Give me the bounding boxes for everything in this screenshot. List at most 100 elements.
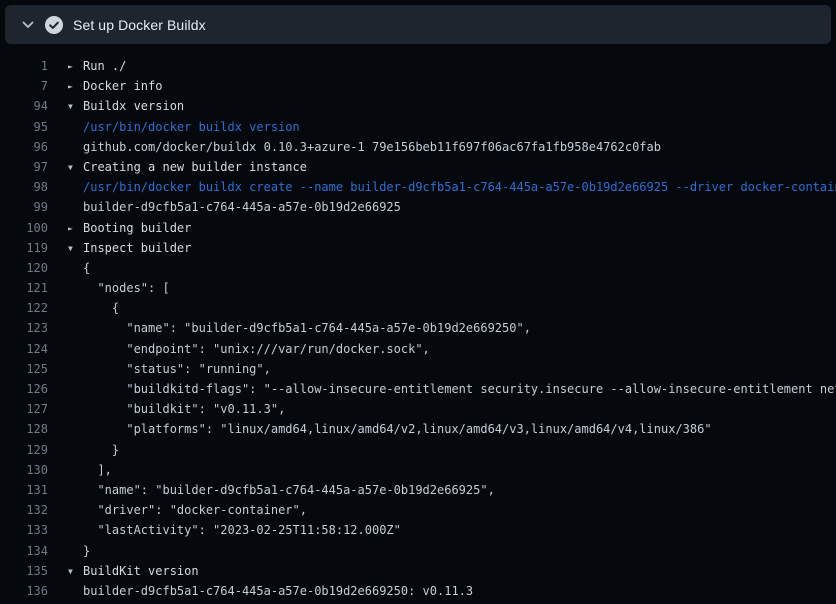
log-line-text: ▼Inspect builder [68,238,191,258]
log-row: 98 /usr/bin/docker buildx create --name … [0,177,836,197]
triangle-down-icon[interactable]: ▼ [68,562,83,581]
log-row[interactable]: 1 ►Run ./ [0,56,836,76]
log-row: 95 /usr/bin/docker buildx version [0,117,836,137]
log-row: 130 ], [0,460,836,480]
line-number[interactable]: 131 [0,480,48,500]
log-row[interactable]: 7 ►Docker info [0,76,836,96]
log-line-text: "nodes": [ [68,278,170,298]
triangle-right-icon[interactable]: ► [68,77,83,96]
log-line-text: ▼Buildx version [68,96,184,116]
line-number[interactable]: 132 [0,500,48,520]
line-number[interactable]: 120 [0,258,48,278]
line-number[interactable]: 124 [0,339,48,359]
triangle-down-icon[interactable]: ▼ [68,239,83,258]
check-circle-icon [45,16,63,34]
log-line-text: } [68,440,119,460]
log-line-text: "buildkitd-flags": "--allow-insecure-ent… [68,379,836,399]
line-number[interactable]: 99 [0,197,48,217]
step-title: Set up Docker Buildx [73,17,206,33]
line-number[interactable]: 7 [0,76,48,96]
log-line-text: "buildkit": "v0.11.3", [68,399,285,419]
log-line-text: ▼Creating a new builder instance [68,157,307,177]
log-row: 136 builder-d9cfb5a1-c764-445a-a57e-0b19… [0,581,836,601]
line-number[interactable]: 136 [0,581,48,601]
log-row: 123 "name": "builder-d9cfb5a1-c764-445a-… [0,318,836,338]
log-row[interactable]: 100 ►Booting builder [0,218,836,238]
line-number[interactable]: 100 [0,218,48,238]
log-line-text: "lastActivity": "2023-02-25T11:58:12.000… [68,520,401,540]
line-number[interactable]: 98 [0,177,48,197]
log-row: 134 } [0,541,836,561]
log-line-text: "endpoint": "unix:///var/run/docker.sock… [68,339,430,359]
log-line-text: ], [68,460,112,480]
log-line-text: /usr/bin/docker buildx version [68,117,300,137]
log-line-text: { [68,298,119,318]
line-number[interactable]: 125 [0,359,48,379]
log-row: 129 } [0,440,836,460]
triangle-down-icon[interactable]: ▼ [68,158,83,177]
log-line-text: "name": "builder-d9cfb5a1-c764-445a-a57e… [68,318,531,338]
log-row: 127 "buildkit": "v0.11.3", [0,399,836,419]
log-line-text: ►Booting builder [68,218,191,238]
line-number[interactable]: 127 [0,399,48,419]
line-number[interactable]: 135 [0,561,48,581]
line-number[interactable]: 94 [0,96,48,116]
line-number[interactable]: 119 [0,238,48,258]
log-row: 122 { [0,298,836,318]
log-line-text: { [68,258,90,278]
line-number[interactable]: 97 [0,157,48,177]
log-row: 120 { [0,258,836,278]
line-number[interactable]: 122 [0,298,48,318]
log-line-text: /usr/bin/docker buildx create --name bui… [68,177,836,197]
log-row: 131 "name": "builder-d9cfb5a1-c764-445a-… [0,480,836,500]
line-number[interactable]: 130 [0,460,48,480]
line-number[interactable]: 133 [0,520,48,540]
log-line-text: "driver": "docker-container", [68,500,307,520]
log-row[interactable]: 119 ▼Inspect builder [0,238,836,258]
line-number[interactable]: 126 [0,379,48,399]
log-line-text: github.com/docker/buildx 0.10.3+azure-1 … [68,137,661,157]
chevron-down-icon[interactable] [22,21,34,29]
log-line-text: "status": "running", [68,359,271,379]
group-title: Buildx version [83,99,184,113]
log-row: 124 "endpoint": "unix:///var/run/docker.… [0,339,836,359]
group-title: Inspect builder [83,241,191,255]
log-line-text: ►Docker info [68,76,162,96]
log-row[interactable]: 97 ▼Creating a new builder instance [0,157,836,177]
log-line-text: builder-d9cfb5a1-c764-445a-a57e-0b19d2e6… [68,581,473,601]
group-title: Run ./ [83,59,126,73]
line-number[interactable]: 1 [0,56,48,76]
log-row: 99 builder-d9cfb5a1-c764-445a-a57e-0b19d… [0,197,836,217]
log-row: 126 "buildkitd-flags": "--allow-insecure… [0,379,836,399]
log-row: 133 "lastActivity": "2023-02-25T11:58:12… [0,520,836,540]
line-number[interactable]: 96 [0,137,48,157]
log-row[interactable]: 94 ▼Buildx version [0,96,836,116]
triangle-right-icon[interactable]: ► [68,57,83,76]
log-row: 125 "status": "running", [0,359,836,379]
log-line-text: "name": "builder-d9cfb5a1-c764-445a-a57e… [68,480,495,500]
line-number[interactable]: 95 [0,117,48,137]
group-title: Booting builder [83,221,191,235]
triangle-down-icon[interactable]: ▼ [68,97,83,116]
line-number[interactable]: 134 [0,541,48,561]
log-viewer: 1 ►Run ./ 7 ►Docker info 94 ▼Buildx vers… [0,44,836,604]
group-title: Docker info [83,79,162,93]
group-title: BuildKit version [83,564,199,578]
log-row: 128 "platforms": "linux/amd64,linux/amd6… [0,419,836,439]
step-header[interactable]: Set up Docker Buildx [5,5,831,44]
log-line-text: "platforms": "linux/amd64,linux/amd64/v2… [68,419,712,439]
line-number[interactable]: 123 [0,318,48,338]
line-number[interactable]: 129 [0,440,48,460]
log-line-text: ▼BuildKit version [68,561,199,581]
log-line-text: } [68,541,90,561]
line-number[interactable]: 121 [0,278,48,298]
log-row: 96 github.com/docker/buildx 0.10.3+azure… [0,137,836,157]
log-row[interactable]: 135 ▼BuildKit version [0,561,836,581]
log-row: 132 "driver": "docker-container", [0,500,836,520]
log-line-text: builder-d9cfb5a1-c764-445a-a57e-0b19d2e6… [68,197,401,217]
triangle-right-icon[interactable]: ► [68,219,83,238]
log-row: 121 "nodes": [ [0,278,836,298]
line-number[interactable]: 128 [0,419,48,439]
group-title: Creating a new builder instance [83,160,307,174]
log-line-text: ►Run ./ [68,56,126,76]
